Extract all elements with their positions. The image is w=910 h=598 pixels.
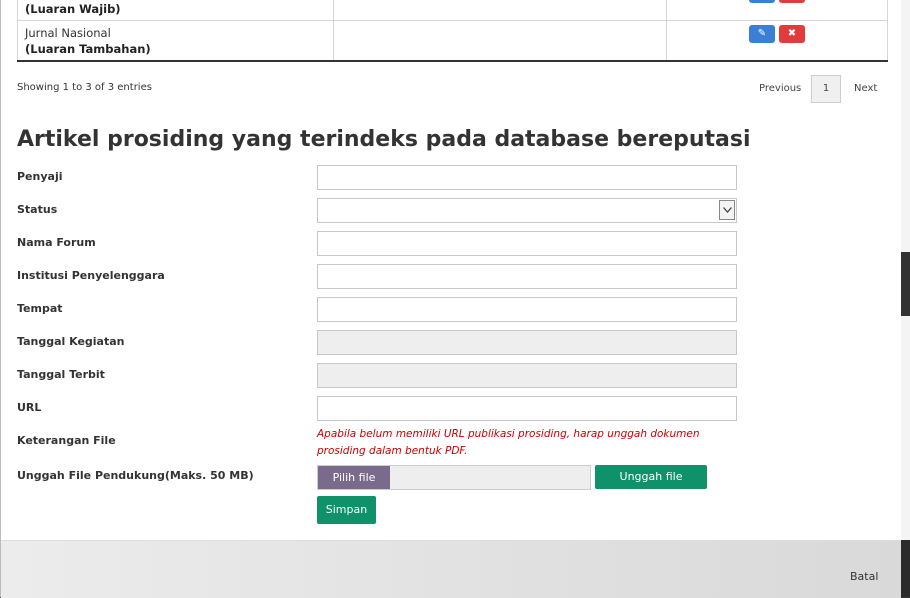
url-input[interactable]	[317, 396, 737, 421]
tempat-label: Tempat	[17, 302, 63, 315]
row-subtitle: (Luaran Tambahan)	[25, 42, 151, 56]
table-row: (Luaran Wajib)	[17, 0, 888, 21]
cancel-button[interactable]: Batal	[850, 570, 878, 583]
modal-footer: Batal	[1, 540, 901, 598]
table-row: Jurnal Nasional (Luaran Tambahan) ✎ ✖	[17, 20, 888, 62]
tanggal-terbit-label: Tanggal Terbit	[17, 368, 105, 381]
pencil-icon: ✎	[757, 28, 767, 39]
nama-forum-label: Nama Forum	[17, 236, 96, 249]
background-page-edge	[900, 0, 910, 597]
tanggal-kegiatan-label: Tanggal Kegiatan	[17, 335, 125, 348]
upload-file-button[interactable]: Unggah file	[595, 465, 707, 489]
modal-dialog: (Luaran Wajib) Jurnal Nasional (Luaran T…	[0, 0, 901, 598]
action-cell: ✎ ✖	[666, 20, 888, 62]
status-label: Status	[17, 203, 58, 216]
table-cell: Jurnal Nasional (Luaran Tambahan)	[17, 20, 334, 62]
penyaji-input[interactable]	[317, 165, 737, 190]
edit-button[interactable]	[749, 0, 775, 3]
status-select[interactable]	[317, 198, 737, 223]
table-cell	[333, 20, 667, 62]
delete-button[interactable]	[779, 0, 805, 3]
institusi-label: Institusi Penyelenggara	[17, 269, 165, 282]
table-cell: (Luaran Wajib)	[17, 0, 334, 21]
save-button[interactable]: Simpan	[317, 496, 376, 524]
previous-page-link[interactable]: Previous	[759, 83, 801, 94]
file-input[interactable]: Pilih file	[317, 465, 591, 490]
chevron-down-icon[interactable]	[719, 200, 735, 220]
keterangan-note: Apabila belum memiliki URL publikasi pro…	[317, 428, 700, 457]
row-title: Jurnal Nasional	[25, 26, 111, 40]
row-subtitle: (Luaran Wajib)	[25, 2, 121, 16]
unggah-file-label: Unggah File Pendukung(Maks. 50 MB)	[17, 469, 254, 482]
close-icon: ✖	[787, 28, 797, 39]
section-title: Artikel prosiding yang terindeks pada da…	[17, 127, 751, 152]
entries-table: (Luaran Wajib) Jurnal Nasional (Luaran T…	[17, 0, 888, 62]
table-info: Showing 1 to 3 of 3 entries	[17, 82, 152, 93]
action-cell	[666, 0, 888, 21]
keterangan-file-label: Keterangan File	[17, 434, 116, 447]
url-label: URL	[17, 401, 42, 414]
tempat-input[interactable]	[317, 297, 737, 322]
choose-file-button[interactable]: Pilih file	[318, 466, 390, 489]
edit-button[interactable]: ✎	[749, 25, 775, 43]
delete-button[interactable]: ✖	[779, 25, 805, 43]
penyaji-label: Penyaji	[17, 170, 63, 183]
institusi-input[interactable]	[317, 264, 737, 289]
table-cell	[333, 0, 667, 21]
tanggal-kegiatan-input[interactable]	[317, 330, 737, 355]
next-page-link[interactable]: Next	[854, 83, 877, 94]
tanggal-terbit-input[interactable]	[317, 363, 737, 388]
page-1-button[interactable]: 1	[811, 75, 841, 103]
nama-forum-input[interactable]	[317, 231, 737, 256]
